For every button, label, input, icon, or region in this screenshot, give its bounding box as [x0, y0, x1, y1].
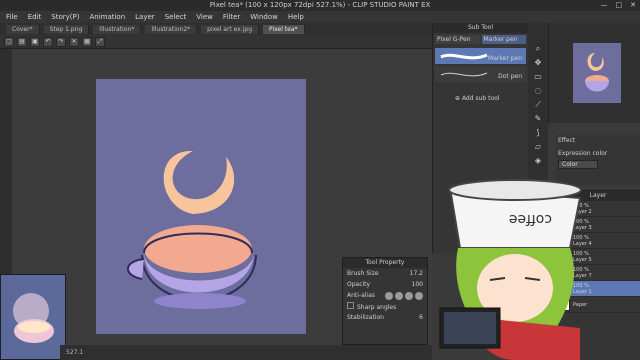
zoom-icon[interactable]: ⌕ [533, 43, 544, 54]
menu-animation[interactable]: Animation [89, 13, 125, 21]
stabilization-value[interactable]: 6 [419, 314, 423, 321]
zoom-readout: 527.1 [66, 349, 84, 356]
menu-story[interactable]: Story(P) [51, 13, 79, 21]
add-subtool-button[interactable]: ⊕ Add sub tool [455, 95, 499, 102]
transform-icon[interactable]: ⤢ [95, 36, 105, 47]
chibi-avatar: coffee [439, 179, 582, 360]
minimize-button[interactable]: — [601, 0, 608, 11]
subtool-dot-pen[interactable]: Dot pen [435, 66, 526, 82]
window-title: Pixel tea* (100 x 120px 72dpi 527.1%) - … [209, 1, 431, 9]
brush-icon[interactable]: ⟆ [533, 127, 544, 138]
pen-icon[interactable]: ✎ [533, 113, 544, 124]
window-controls: — □ ✕ [601, 0, 637, 11]
brush-size-label: Brush Size [347, 270, 379, 277]
lasso-icon[interactable]: ◌ [533, 85, 544, 96]
close-button[interactable]: ✕ [630, 0, 636, 11]
antialias-options[interactable] [385, 291, 423, 300]
menu-help[interactable]: Help [288, 13, 304, 21]
tab-illustration2[interactable]: Illustration2* [145, 24, 198, 34]
streamer-avatar-overlay: coffee [430, 168, 608, 360]
sharp-angles-label: Sharp angles [357, 304, 397, 311]
tool-property-panel: Tool Property Brush Size 17.2 Opacity 10… [342, 257, 428, 345]
navigator-preview[interactable] [573, 43, 621, 103]
menu-filter[interactable]: Filter [223, 13, 240, 21]
subtool-title: Sub Tool [433, 23, 528, 33]
app-window: Pixel tea* (100 x 120px 72dpi 527.1%) - … [0, 0, 640, 360]
clear-icon[interactable]: ✕ [69, 36, 79, 47]
preview-thumbnail [0, 274, 66, 360]
subtool-label-marker: Marker pen [488, 55, 522, 62]
menu-select[interactable]: Select [165, 13, 187, 21]
menu-view[interactable]: View [196, 13, 213, 21]
thumbnail-art [13, 293, 54, 343]
stabilization-label: Stabilization [347, 314, 384, 321]
document-tabs: Cover* Step 1.png Illustration* Illustra… [0, 23, 432, 35]
menu-file[interactable]: File [6, 13, 18, 21]
brush-size-row[interactable]: Brush Size 17.2 [343, 268, 427, 279]
tab-pixel-g-pen[interactable]: Pixel G-Pen [435, 35, 480, 44]
eraser-icon[interactable]: ▱ [533, 141, 544, 152]
navigator-panel [548, 23, 640, 123]
antialias-row: Anti-alias [343, 290, 427, 301]
subtool-label-dot: Dot pen [498, 73, 522, 80]
sharp-angles-checkbox[interactable] [347, 302, 354, 309]
antialias-mid[interactable] [405, 291, 413, 300]
save-icon[interactable]: ▣ [30, 36, 40, 47]
tab-marker-pen[interactable]: Marker pen [481, 35, 526, 44]
saucer [154, 293, 246, 309]
status-bar: 527.1 [60, 345, 432, 360]
fill-icon[interactable]: ▦ [82, 36, 92, 47]
redo-icon[interactable]: ↷ [56, 36, 66, 47]
title-bar: Pixel tea* (100 x 120px 72dpi 527.1%) - … [0, 0, 640, 11]
antialias-strong[interactable] [415, 291, 423, 300]
sharp-angles-row[interactable]: Sharp angles [343, 301, 427, 312]
opacity-value[interactable]: 100 [412, 281, 423, 288]
maximize-button[interactable]: □ [616, 0, 623, 11]
tab-step1[interactable]: Step 1.png [43, 24, 90, 34]
brush-size-value[interactable]: 17.2 [410, 270, 423, 277]
crescent-moon [163, 150, 235, 214]
new-file-icon[interactable]: ▢ [4, 36, 14, 47]
tool-property-title: Tool Property [343, 258, 427, 268]
antialias-label: Anti-alias [347, 292, 375, 299]
effect-title: Effect [558, 137, 576, 144]
cup-handle [127, 258, 145, 280]
menu-window[interactable]: Window [250, 13, 278, 21]
tab-pixel-tea[interactable]: Pixel tea* [263, 24, 305, 34]
antialias-weak[interactable] [395, 291, 403, 300]
antialias-none[interactable] [385, 291, 393, 300]
menu-bar: File Edit Story(P) Animation Layer Selec… [0, 11, 640, 23]
command-bar: ▢ ▤ ▣ ↶ ↷ ✕ ▦ ⤢ [0, 35, 432, 49]
tea-surface [144, 225, 252, 273]
menu-layer[interactable]: Layer [135, 13, 155, 21]
subtool-tabs: Pixel G-Pen Marker pen [433, 33, 528, 46]
add-icon: ⊕ [455, 95, 462, 102]
tab-illustration[interactable]: Illustration* [93, 24, 142, 34]
pixel-tea-artwork [127, 150, 257, 309]
opacity-label: Opacity [347, 281, 371, 288]
navigator-art [585, 53, 609, 92]
select-icon[interactable]: ▭ [533, 71, 544, 82]
opacity-row[interactable]: Opacity 100 [343, 279, 427, 290]
fill-bucket-icon[interactable]: ◈ [533, 155, 544, 166]
eyedropper-icon[interactable]: ⟋ [533, 99, 544, 110]
dot-stroke-icon [440, 72, 488, 77]
undo-icon[interactable]: ↶ [43, 36, 53, 47]
add-subtool-label: Add sub tool [461, 95, 500, 102]
expression-color-label: Expression color [558, 150, 608, 157]
open-icon[interactable]: ▤ [17, 36, 27, 47]
tab-cover[interactable]: Cover* [6, 24, 40, 34]
move-icon[interactable]: ✥ [533, 57, 544, 68]
subtool-marker-pen[interactable]: Marker pen [435, 48, 526, 64]
tab-pixel-art-ex[interactable]: pixel art ex.jpg [201, 24, 260, 34]
marker-stroke-icon [440, 53, 488, 60]
menu-edit[interactable]: Edit [28, 13, 42, 21]
cup-text: coffee [509, 211, 552, 227]
drawing-canvas[interactable] [96, 79, 306, 334]
left-toolbar [0, 49, 12, 299]
stabilization-row[interactable]: Stabilization 6 [343, 312, 427, 323]
